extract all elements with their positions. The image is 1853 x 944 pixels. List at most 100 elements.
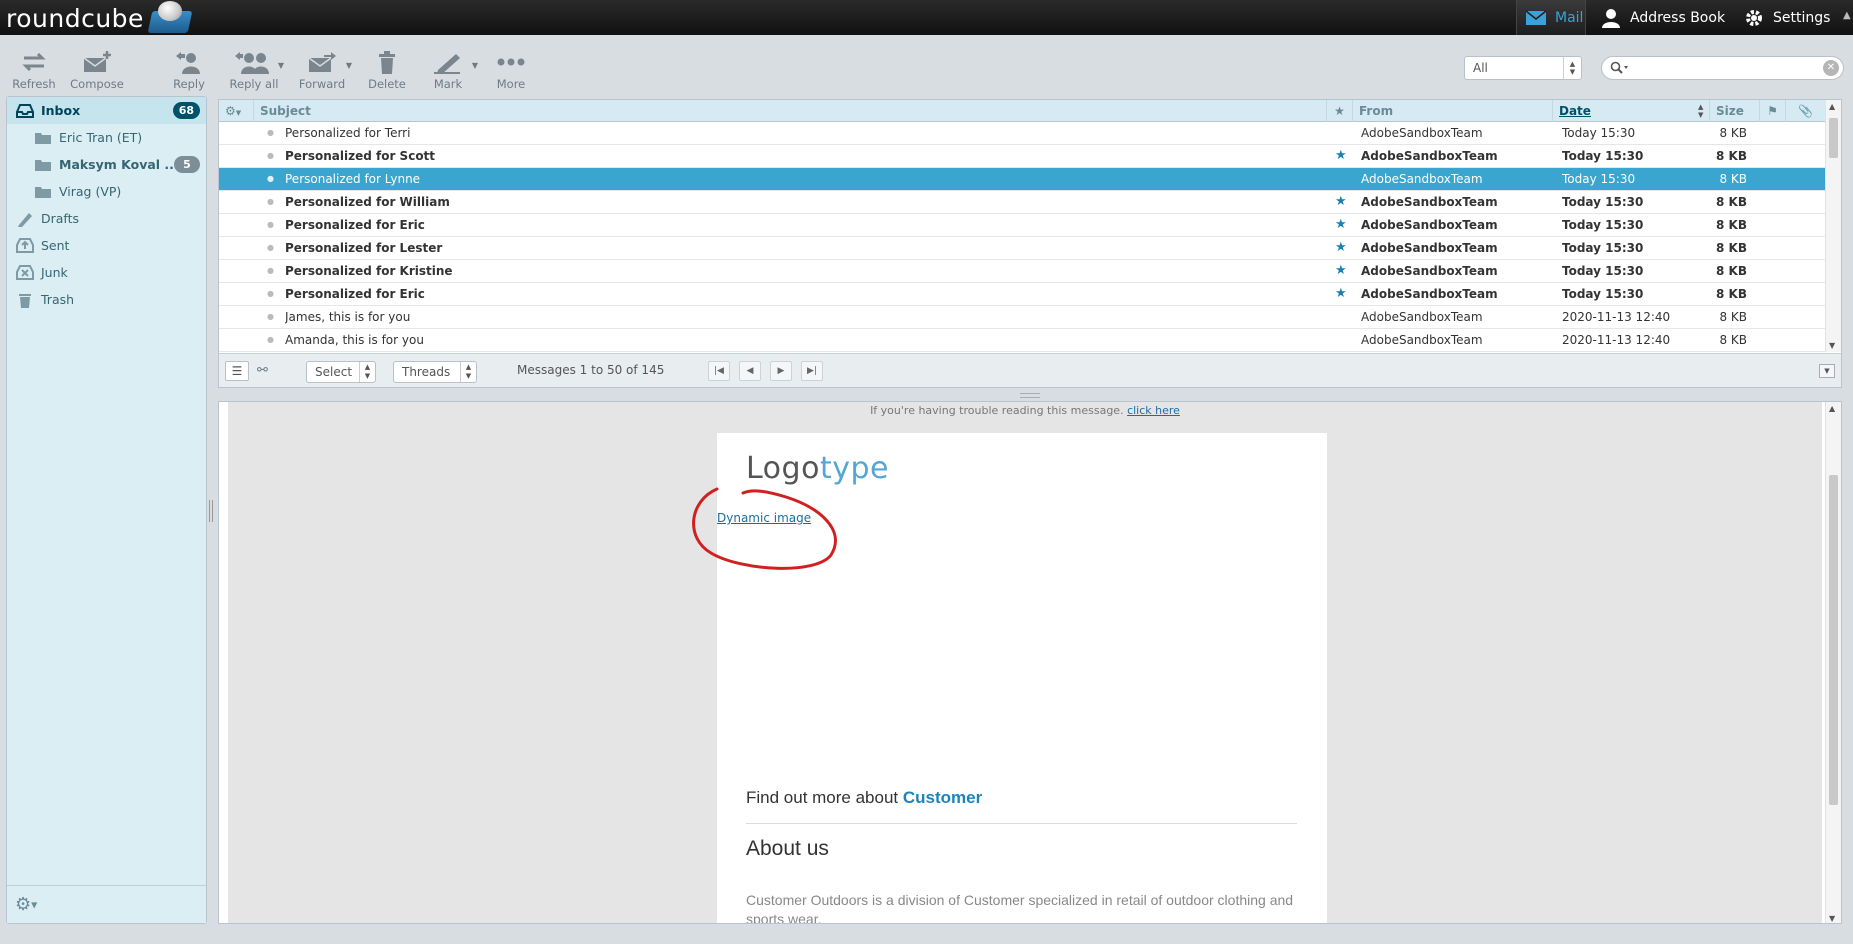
flag-star-icon[interactable]: ★ (1335, 191, 1351, 213)
folder-maksym-koval[interactable]: Maksym Koval ... 5 (7, 151, 206, 178)
divider (746, 823, 1297, 824)
flag-star-icon[interactable] (1335, 329, 1351, 351)
column-subject[interactable]: Subject (253, 100, 1345, 122)
caret-up-icon[interactable]: ▲ (1843, 10, 1851, 21)
refresh-button[interactable]: Refresh (2, 47, 66, 91)
flag-star-icon[interactable] (1335, 168, 1351, 190)
message-row[interactable]: ● Personalized for Eric ★ AdobeSandboxTeam T… (219, 283, 1825, 306)
column-flag-star-icon[interactable]: ★ (1326, 100, 1352, 122)
nav-settings[interactable]: Settings (1743, 0, 1830, 35)
flag-star-icon[interactable] (1335, 122, 1351, 144)
scrollbar-thumb[interactable] (1829, 475, 1838, 805)
column-date[interactable]: Date (1552, 100, 1702, 122)
message-row[interactable]: ● Personalized for Lester ★ AdobeSandboxTea… (219, 237, 1825, 260)
more-button[interactable]: More (479, 47, 543, 91)
flag-star-icon[interactable] (1335, 306, 1351, 328)
column-size[interactable]: Size (1709, 100, 1759, 122)
message-row[interactable]: ● Personalized for William ★ AdobeSandboxTe… (219, 191, 1825, 214)
folder-junk[interactable]: Junk (7, 259, 206, 286)
folder-icon (33, 157, 53, 173)
reply-all-dropdown-icon[interactable]: ▼ (278, 61, 284, 70)
logotype-part1: Logo (746, 451, 820, 486)
nav-address-book[interactable]: Address Book (1600, 0, 1725, 35)
status-dot-icon[interactable]: ● (267, 237, 274, 259)
column-attachment-icon[interactable]: 📎 (1785, 100, 1825, 122)
message-from: AdobeSandboxTeam (1361, 333, 1483, 347)
status-dot-icon[interactable]: ● (267, 214, 274, 236)
first-page-icon[interactable]: |◀ (708, 361, 730, 381)
select-dropdown[interactable]: Select ▲ ▼ (306, 361, 376, 383)
search-icon[interactable] (1610, 61, 1630, 78)
message-size: 8 KB (1719, 126, 1747, 140)
clear-search-icon[interactable]: ✕ (1823, 60, 1839, 76)
folder-settings-gear-icon[interactable]: ⚙▼ (15, 894, 37, 915)
reply-icon (157, 47, 221, 77)
threads-toggle-icon[interactable]: ⚯ (257, 363, 268, 378)
folder-inbox[interactable]: Inbox 68 (7, 97, 206, 124)
top-bar: roundcube Mail Address Book Settings ▲ (0, 0, 1853, 35)
list-options-gear-icon[interactable]: ⚙▼ (219, 100, 253, 122)
folder-eric-tran[interactable]: Eric Tran (ET) (7, 124, 206, 151)
logotype: Logotype (746, 451, 889, 486)
junk-icon (15, 264, 35, 281)
pencil-icon (416, 47, 480, 77)
message-row[interactable]: ● Personalized for Kristine ★ AdobeSandboxT… (219, 260, 1825, 283)
mark-dropdown-icon[interactable]: ▼ (472, 61, 478, 70)
reply-button[interactable]: Reply (157, 47, 221, 91)
click-here-link[interactable]: click here (1127, 404, 1180, 417)
message-row[interactable]: ● Personalized for Lynne AdobeSandboxTeam T… (219, 168, 1825, 191)
last-page-icon[interactable]: ▶| (801, 361, 823, 381)
column-flag-icon[interactable]: ⚑ (1759, 100, 1785, 122)
flag-star-icon[interactable]: ★ (1335, 214, 1351, 236)
delete-button[interactable]: Delete (355, 47, 419, 91)
folder-trash[interactable]: Trash (7, 286, 206, 313)
forward-dropdown-icon[interactable]: ▼ (346, 61, 352, 70)
scroll-down-icon[interactable]: ▼ (1829, 341, 1835, 350)
status-dot-icon[interactable]: ● (267, 145, 274, 167)
mark-button[interactable]: Mark ▼ (416, 47, 480, 91)
folder-drafts[interactable]: Drafts (7, 205, 206, 232)
roundcube-logo[interactable]: roundcube (6, 1, 193, 33)
message-list-scrollbar[interactable]: ▲ ▼ (1825, 100, 1841, 352)
nav-mail[interactable]: Mail (1516, 0, 1586, 35)
list-view-icon[interactable]: ☰ (225, 361, 249, 381)
flag-star-icon[interactable]: ★ (1335, 237, 1351, 259)
message-row[interactable]: ● Amanda, this is for you AdobeSandboxTeam… (219, 329, 1825, 352)
preview-scrollbar[interactable]: ▲ ▼ (1825, 402, 1841, 923)
filter-select[interactable]: All ▲ ▼ (1464, 56, 1582, 80)
column-from[interactable]: From (1352, 100, 1552, 122)
trouble-reading-notice: If you're having trouble reading this me… (228, 404, 1822, 417)
folder-virag[interactable]: Virag (VP) (7, 178, 206, 205)
flag-star-icon[interactable]: ★ (1335, 260, 1351, 282)
reply-label: Reply (173, 77, 205, 91)
message-row[interactable]: ● James, this is for you AdobeSandboxTeam 2… (219, 306, 1825, 329)
status-dot-icon[interactable]: ● (267, 122, 274, 144)
message-row[interactable]: ● Personalized for Eric ★ AdobeSandboxTeam T… (219, 214, 1825, 237)
status-dot-icon[interactable]: ● (267, 191, 274, 213)
message-row[interactable]: ● Personalized for Terri AdobeSandboxTeam T… (219, 122, 1825, 145)
status-dot-icon[interactable]: ● (267, 260, 274, 282)
status-dot-icon[interactable]: ● (267, 283, 274, 305)
scroll-down-icon[interactable]: ▼ (1829, 914, 1835, 923)
compose-button[interactable]: Compose (65, 47, 129, 91)
message-size: 8 KB (1716, 195, 1747, 209)
reply-all-button[interactable]: Reply all ▼ (222, 47, 286, 91)
status-dot-icon[interactable]: ● (267, 329, 274, 351)
threads-dropdown[interactable]: Threads ▲ ▼ (393, 361, 477, 383)
scroll-up-icon[interactable]: ▲ (1829, 102, 1835, 111)
list-preview-resizer[interactable] (1020, 393, 1040, 398)
search-input[interactable]: ✕ (1601, 56, 1844, 80)
toggle-preview-icon[interactable]: ▼ (1819, 364, 1835, 378)
scroll-up-icon[interactable]: ▲ (1829, 404, 1835, 413)
next-page-icon[interactable]: ▶ (770, 361, 792, 381)
message-row[interactable]: ● Personalized for Scott ★ AdobeSandboxTeam… (219, 145, 1825, 168)
folder-sent[interactable]: Sent (7, 232, 206, 259)
forward-button[interactable]: Forward ▼ (290, 47, 354, 91)
status-dot-icon[interactable]: ● (267, 306, 274, 328)
previous-page-icon[interactable]: ◀ (739, 361, 761, 381)
status-dot-icon[interactable]: ● (267, 168, 274, 190)
flag-star-icon[interactable]: ★ (1335, 283, 1351, 305)
flag-star-icon[interactable]: ★ (1335, 145, 1351, 167)
panel-splitter[interactable] (209, 500, 213, 522)
scrollbar-thumb[interactable] (1829, 118, 1838, 158)
